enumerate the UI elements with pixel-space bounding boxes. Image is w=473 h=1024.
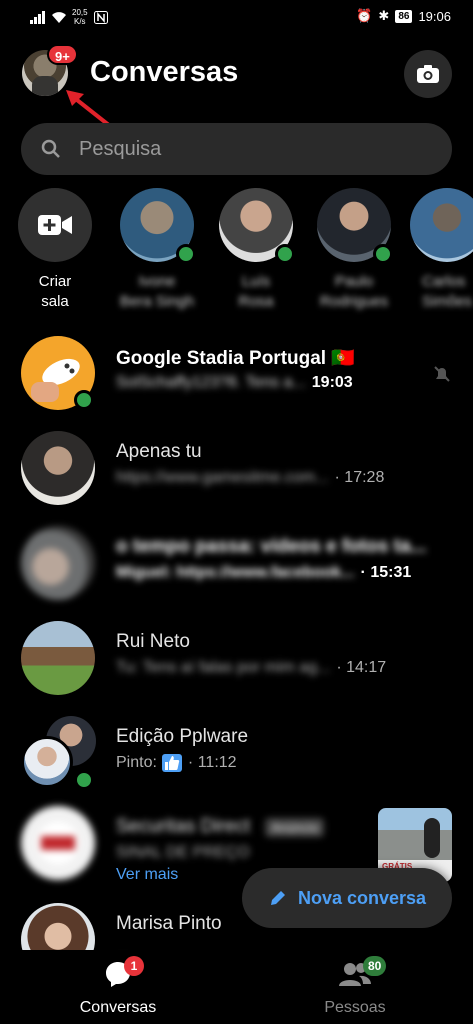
chat-item-apenas-tu[interactable]: Apenas tu https://www.gamesitme.com... ·… xyxy=(0,431,473,521)
camera-button[interactable] xyxy=(404,50,452,98)
online-indicator xyxy=(275,244,295,264)
search-bar[interactable]: Pesquisa xyxy=(21,123,452,175)
pencil-icon xyxy=(271,891,285,905)
chat-title: Edição Pplware xyxy=(116,726,249,747)
chat-preview: https://www.gamesitme.com... · 17:28 xyxy=(116,469,385,486)
video-camera-icon xyxy=(38,215,72,235)
tab-conversas[interactable]: 1 Conversas xyxy=(48,956,188,1017)
chat-time: · 17:28 xyxy=(334,469,385,486)
status-bar: 20,5 K/s ⏰ ✱ 86 19:06 xyxy=(0,0,473,34)
chat-preview: SolSchaffy123?8. Tens a... 19:03 xyxy=(116,374,353,391)
chat-title: Securitas Direct Anúncio xyxy=(116,816,325,838)
sponsored-tag: Anúncio xyxy=(265,818,325,837)
chat-avatar xyxy=(21,621,95,695)
story-avatar[interactable] xyxy=(317,188,393,264)
chat-title: Google Stadia Portugal 🇵🇹 xyxy=(116,348,356,369)
story-person[interactable]: Ivone Bera Singh xyxy=(115,188,199,312)
page-title: Conversas xyxy=(90,56,239,88)
chat-time: 19:03 xyxy=(311,374,353,391)
new-conversation-button[interactable]: Nova conversa xyxy=(242,868,452,928)
nfc-icon xyxy=(93,10,108,24)
story-person[interactable]: Luís Rosa xyxy=(214,188,298,312)
alarm-icon: ⏰ xyxy=(356,8,373,23)
story-avatar[interactable] xyxy=(410,188,473,262)
chat-title: Rui Neto xyxy=(116,631,190,652)
chat-avatar xyxy=(21,806,95,880)
avatar-notification-badge: 9+ xyxy=(47,44,78,65)
online-indicator xyxy=(74,390,94,410)
chat-item-edicao-pplware[interactable]: Edição Pplware Pinto: · 11:12 xyxy=(0,716,473,806)
tab-label: Conversas xyxy=(79,999,157,1016)
muted-bell-icon xyxy=(434,366,450,382)
wifi-icon xyxy=(52,11,66,23)
camera-icon xyxy=(417,65,439,83)
story-avatar[interactable] xyxy=(120,188,196,264)
online-indicator xyxy=(74,770,94,790)
pessoas-badge: 80 xyxy=(363,956,387,976)
chat-item-rui-neto[interactable]: Rui Neto Tu: Tens aí falas por mim ag...… xyxy=(0,621,473,711)
group-avatar-front xyxy=(21,736,73,788)
story-name: Carlos Simões xyxy=(422,273,473,310)
story-avatar[interactable] xyxy=(219,188,295,264)
tab-pessoas[interactable]: 80 Pessoas xyxy=(285,956,425,1017)
online-indicator xyxy=(373,244,393,264)
story-name: Ivone Bera Singh xyxy=(119,273,195,310)
search-input[interactable]: Pesquisa xyxy=(79,138,161,161)
search-icon xyxy=(41,139,60,158)
chat-time: · 15:31 xyxy=(360,564,412,581)
signal-icon xyxy=(30,10,45,24)
chat-avatar xyxy=(21,526,95,600)
create-room-circle[interactable] xyxy=(18,188,92,262)
chat-preview: SINAL DE PREÇO xyxy=(116,844,250,861)
chat-time: · 11:12 xyxy=(187,754,237,771)
chat-time: · 14:17 xyxy=(336,659,387,676)
chat-item-group[interactable]: o tempo passa: vídeos e fotos ta... Migu… xyxy=(0,526,473,616)
story-person[interactable]: Paulo Rodrigues xyxy=(312,188,396,312)
create-room-button[interactable]: Criar sala xyxy=(13,188,97,312)
story-person[interactable]: Carlos Simões xyxy=(410,188,473,312)
story-name: Paulo Rodrigues xyxy=(319,273,389,310)
bottom-navigation: 1 Conversas 80 Pessoas xyxy=(0,950,473,1024)
chat-item-google-stadia[interactable]: Google Stadia Portugal 🇵🇹 SolSchaffy123?… xyxy=(0,336,473,426)
clock: 19:06 xyxy=(418,8,451,24)
bluetooth-icon: ✱ xyxy=(378,8,390,23)
chat-title: Marisa Pinto xyxy=(116,913,222,934)
thumbs-up-icon xyxy=(161,754,182,772)
chat-title: Apenas tu xyxy=(116,441,202,462)
see-more-link[interactable]: Ver mais xyxy=(116,866,178,884)
chat-avatar xyxy=(21,431,95,505)
chat-preview: Pinto: · 11:12 xyxy=(116,754,237,772)
network-speed: 20,5 K/s xyxy=(72,8,88,26)
conversas-badge: 1 xyxy=(124,956,144,976)
chat-preview: Miguel: https://www.facebook... · 15:31 xyxy=(116,564,412,581)
chat-title: o tempo passa: vídeos e fotos ta... xyxy=(116,536,427,557)
story-name: Luís Rosa xyxy=(238,273,274,310)
chat-preview: Tu: Tens aí falas por mim ag... · 14:17 xyxy=(116,659,387,676)
tab-label: Pessoas xyxy=(324,999,386,1016)
online-indicator xyxy=(176,244,196,264)
new-conversation-label: Nova conversa xyxy=(298,887,427,908)
create-room-label: Criar sala xyxy=(38,273,72,310)
battery-level: 86 xyxy=(395,9,413,23)
